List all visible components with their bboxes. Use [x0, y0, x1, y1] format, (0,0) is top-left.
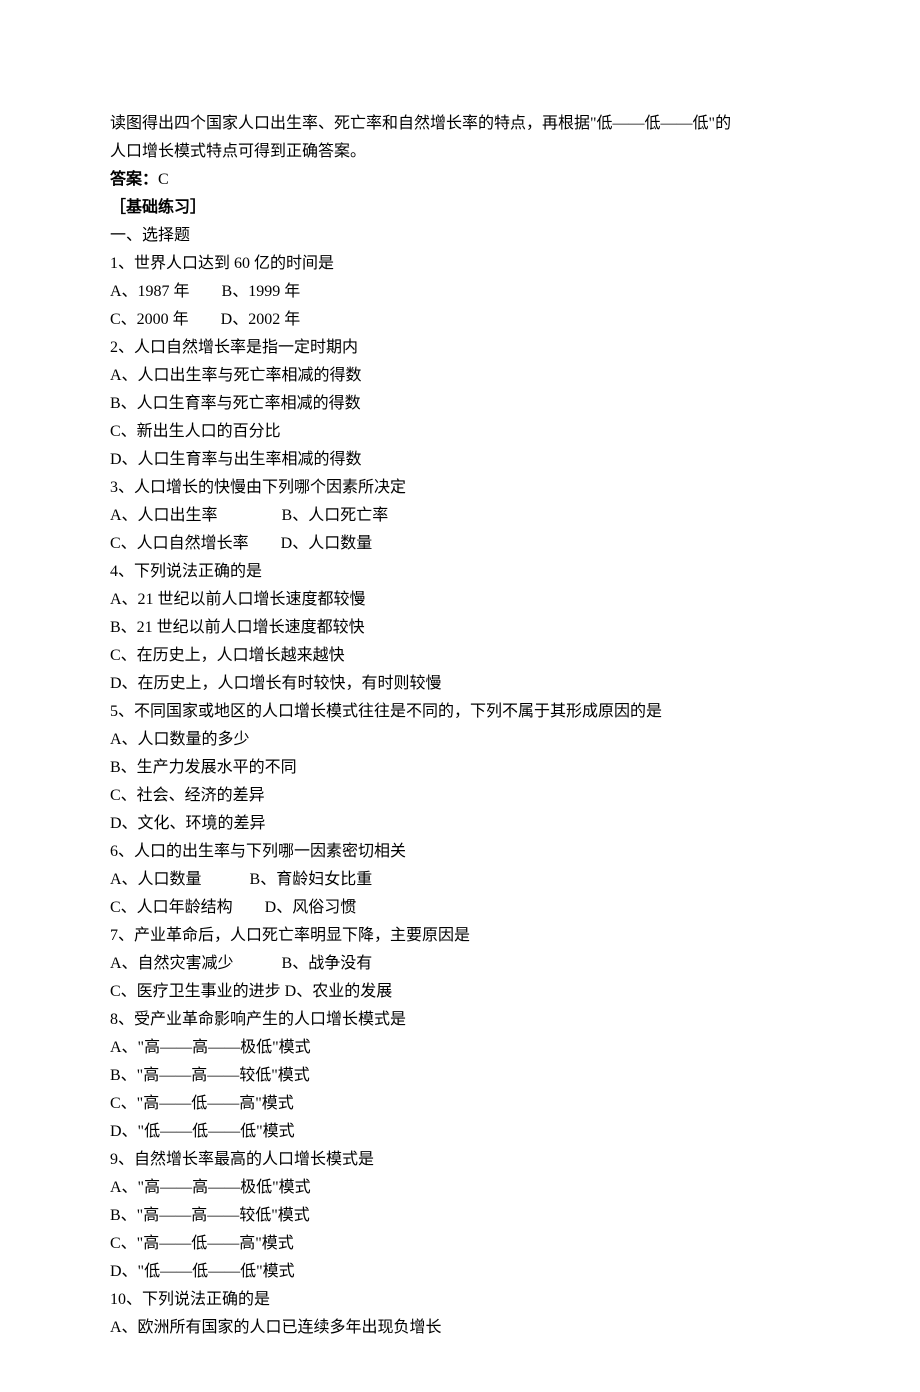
answer-label: 答案： — [110, 171, 158, 188]
question-option-line: C、"高——低——高"模式 — [110, 1230, 810, 1258]
question-option-line: A、欧洲所有国家的人口已连续多年出现负增长 — [110, 1314, 810, 1342]
question-stem: 4、下列说法正确的是 — [110, 558, 810, 586]
document-page: 读图得出四个国家人口出生率、死亡率和自然增长率的特点，再根据"低——低——低"的… — [0, 0, 920, 1392]
question-stem: 7、产业革命后，人口死亡率明显下降，主要原因是 — [110, 922, 810, 950]
question-option-line: C、在历史上，人口增长越来越快 — [110, 642, 810, 670]
question-option-line: B、人口生育率与死亡率相减的得数 — [110, 390, 810, 418]
question-option-line: B、"高——高——较低"模式 — [110, 1062, 810, 1090]
question-option-line: A、"高——高——极低"模式 — [110, 1034, 810, 1062]
intro-paragraph-line1: 读图得出四个国家人口出生率、死亡率和自然增长率的特点，再根据"低——低——低"的 — [110, 110, 810, 138]
part1-title: 一、选择题 — [110, 222, 810, 250]
question-option-line: A、人口数量的多少 — [110, 726, 810, 754]
question-option-line: A、自然灾害减少 B、战争没有 — [110, 950, 810, 978]
question-option-line: C、新出生人口的百分比 — [110, 418, 810, 446]
question-stem: 8、受产业革命影响产生的人口增长模式是 — [110, 1006, 810, 1034]
question-option-line: A、"高——高——极低"模式 — [110, 1174, 810, 1202]
question-option-line: B、21 世纪以前人口增长速度都较快 — [110, 614, 810, 642]
questions-container: 1、世界人口达到 60 亿的时间是A、1987 年 B、1999 年C、2000… — [110, 250, 810, 1342]
question-option-line: A、1987 年 B、1999 年 — [110, 278, 810, 306]
question-stem: 2、人口自然增长率是指一定时期内 — [110, 334, 810, 362]
answer-line: 答案：C — [110, 166, 810, 194]
question-option-line: C、人口年龄结构 D、风俗习惯 — [110, 894, 810, 922]
answer-value: C — [158, 171, 169, 188]
question-stem: 3、人口增长的快慢由下列哪个因素所决定 — [110, 474, 810, 502]
question-option-line: A、人口出生率 B、人口死亡率 — [110, 502, 810, 530]
question-option-line: C、医疗卫生事业的进步 D、农业的发展 — [110, 978, 810, 1006]
question-option-line: C、社会、经济的差异 — [110, 782, 810, 810]
question-option-line: C、"高——低——高"模式 — [110, 1090, 810, 1118]
question-option-line: C、2000 年 D、2002 年 — [110, 306, 810, 334]
question-stem: 1、世界人口达到 60 亿的时间是 — [110, 250, 810, 278]
question-stem: 5、不同国家或地区的人口增长模式往往是不同的，下列不属于其形成原因的是 — [110, 698, 810, 726]
intro-paragraph-line2: 人口增长模式特点可得到正确答案。 — [110, 138, 810, 166]
question-option-line: B、"高——高——较低"模式 — [110, 1202, 810, 1230]
question-option-line: D、"低——低——低"模式 — [110, 1118, 810, 1146]
question-option-line: D、"低——低——低"模式 — [110, 1258, 810, 1286]
question-option-line: D、文化、环境的差异 — [110, 810, 810, 838]
question-stem: 6、人口的出生率与下列哪一因素密切相关 — [110, 838, 810, 866]
question-stem: 10、下列说法正确的是 — [110, 1286, 810, 1314]
question-option-line: C、人口自然增长率 D、人口数量 — [110, 530, 810, 558]
question-option-line: D、在历史上，人口增长有时较快，有时则较慢 — [110, 670, 810, 698]
question-option-line: A、21 世纪以前人口增长速度都较慢 — [110, 586, 810, 614]
question-option-line: A、人口数量 B、育龄妇女比重 — [110, 866, 810, 894]
section-heading: ［基础练习］ — [110, 194, 810, 222]
question-option-line: D、人口生育率与出生率相减的得数 — [110, 446, 810, 474]
question-stem: 9、自然增长率最高的人口增长模式是 — [110, 1146, 810, 1174]
question-option-line: B、生产力发展水平的不同 — [110, 754, 810, 782]
question-option-line: A、人口出生率与死亡率相减的得数 — [110, 362, 810, 390]
